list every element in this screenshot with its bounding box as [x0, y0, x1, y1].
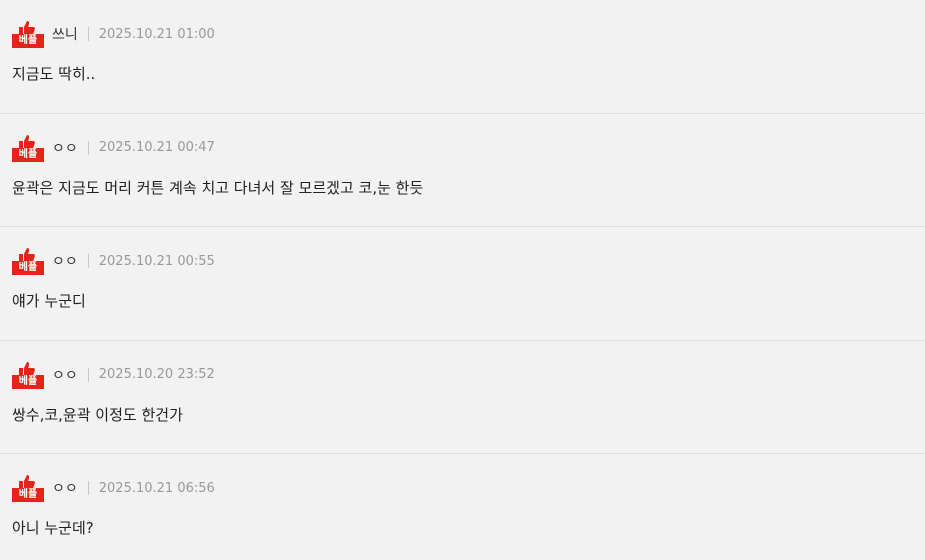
- comment-author[interactable]: ㅇㅇ: [52, 365, 78, 385]
- comment-meta: 베플 ㅇㅇ 2025.10.21 00:47: [12, 134, 925, 162]
- badge-label: 베플: [12, 488, 44, 502]
- comment-author[interactable]: ㅇㅇ: [52, 251, 78, 271]
- comment-date: 2025.10.21 00:47: [98, 140, 215, 155]
- thumbs-up-icon: [19, 134, 35, 149]
- best-reply-badge: 베플: [12, 474, 46, 502]
- comment-meta: 베플 ㅇㅇ 2025.10.20 23:52: [12, 361, 925, 389]
- comment-author[interactable]: ㅇㅇ: [52, 138, 78, 158]
- comment-item: 베플 ㅇㅇ 2025.10.21 06:56 아니 누군데?: [0, 454, 925, 560]
- comment-author[interactable]: 쓰니: [52, 24, 78, 44]
- comment-text: 지금도 딱히..: [12, 65, 96, 83]
- comment-date: 2025.10.21 00:55: [98, 253, 215, 269]
- comment-date: 2025.10.21 06:56: [98, 480, 215, 496]
- comment-author[interactable]: ㅇㅇ: [52, 478, 78, 498]
- comment-item: 베플 ㅇㅇ 2025.10.21 00:55 얘가 누군디: [0, 227, 925, 341]
- best-reply-badge: 베플: [12, 134, 46, 162]
- comment-text: 아니 누군데?: [12, 519, 94, 537]
- badge-label: 베플: [12, 261, 44, 275]
- comment-date: 2025.10.21 01:00: [98, 26, 215, 42]
- comment-list: 베플 쓰니 2025.10.21 01:00 지금도 딱히.. 베플 ㅇㅇ 20…: [0, 0, 925, 560]
- comment-text: 얘가 누군디: [12, 292, 86, 310]
- comment-text: 윤곽은 지금도 머리 커튼 계속 치고 다녀서 잘 모르겠고 코,눈 한듯: [12, 178, 424, 197]
- badge-label: 베플: [12, 374, 44, 389]
- comment-meta: 베플 ㅇㅇ 2025.10.21 00:55: [12, 247, 925, 275]
- divider: [87, 481, 89, 495]
- divider: [87, 254, 89, 268]
- thumbs-up-icon: [19, 475, 35, 489]
- comment-date: 2025.10.20 23:52: [98, 367, 215, 382]
- best-reply-badge: 베플: [12, 20, 46, 48]
- badge-label: 베플: [12, 34, 44, 48]
- thumbs-up-icon: [19, 21, 35, 35]
- divider: [87, 367, 89, 382]
- best-reply-badge: 베플: [12, 361, 46, 389]
- comment-item: 베플 쓰니 2025.10.21 01:00 지금도 딱히..: [0, 0, 925, 114]
- divider: [87, 27, 89, 41]
- comment-text: 쌍수,코,윤곽 이정도 한건가: [12, 405, 183, 424]
- best-reply-badge: 베플: [12, 247, 46, 275]
- comment-meta: 베플 ㅇㅇ 2025.10.21 06:56: [12, 474, 925, 502]
- comment-item: 베플 ㅇㅇ 2025.10.20 23:52 쌍수,코,윤곽 이정도 한건가: [0, 341, 925, 454]
- thumbs-up-icon: [19, 248, 35, 262]
- divider: [87, 140, 89, 155]
- comment-item: 베플 ㅇㅇ 2025.10.21 00:47 윤곽은 지금도 머리 커튼 계속 …: [0, 114, 925, 227]
- badge-label: 베플: [12, 147, 44, 162]
- thumbs-up-icon: [19, 361, 35, 376]
- comment-meta: 베플 쓰니 2025.10.21 01:00: [12, 20, 925, 48]
